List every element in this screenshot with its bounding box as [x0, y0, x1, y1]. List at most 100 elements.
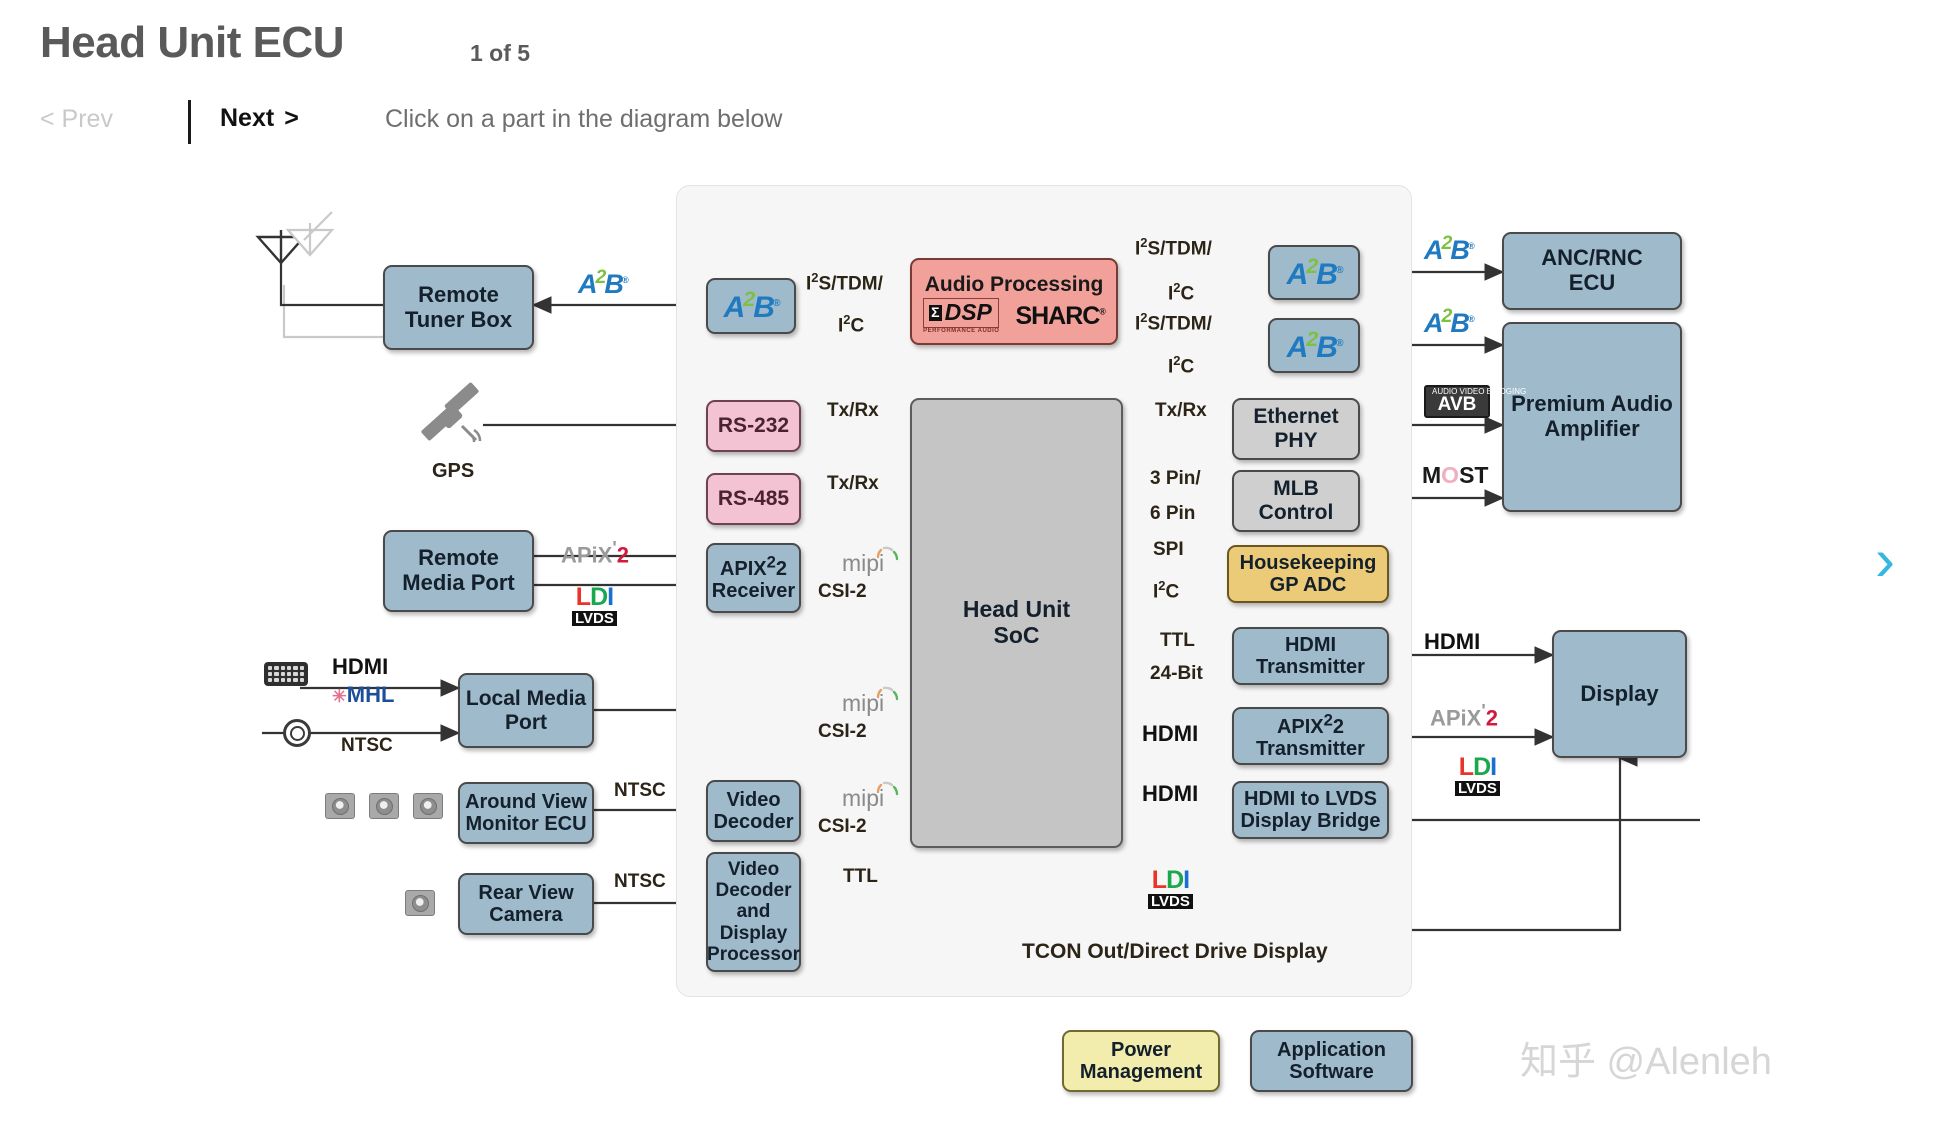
- bus-label-csi2-2: CSI-2: [818, 721, 867, 742]
- node-video-decoder-and-display-processor[interactable]: Video Decoder and Display Processor: [706, 852, 801, 972]
- node-remote-tuner-box[interactable]: Remote Tuner Box: [383, 265, 534, 350]
- a2b-logo: A2B®: [1286, 252, 1344, 291]
- node-label-line: Amplifier: [1544, 416, 1640, 441]
- a2b-logo: A2B®: [1424, 305, 1474, 338]
- node-label-line: Tuner Box: [404, 306, 513, 332]
- node-apix2-receiver[interactable]: APIX22 Receiver: [706, 543, 801, 613]
- bus-label-txrx-2: Tx/Rx: [827, 473, 879, 494]
- node-rs232[interactable]: RS-232: [706, 400, 801, 452]
- node-label-line: Receiver: [711, 580, 796, 603]
- a2b-logo: A2B®: [1424, 232, 1474, 265]
- a2b-logo: A2B®: [723, 286, 781, 325]
- node-premium-audio-amplifier[interactable]: Premium Audio Amplifier: [1502, 322, 1682, 512]
- camera-icon: [413, 793, 443, 819]
- node-label-line: Transmitter: [1256, 656, 1365, 678]
- node-label-line: Power: [1110, 1038, 1172, 1061]
- smartphone-icon: [264, 662, 308, 686]
- node-label-line: Video: [727, 858, 780, 880]
- node-label-line: HDMI: [1284, 633, 1337, 656]
- node-video-decoder[interactable]: Video Decoder: [706, 780, 801, 842]
- sharc-logo: SHARC®: [1015, 302, 1105, 331]
- ldi-lvds-logo: LDI LVDS: [1455, 755, 1500, 797]
- node-label-line: APIX22: [1276, 710, 1345, 738]
- a2b-logo: A2B®: [1286, 325, 1344, 364]
- apix2-logo: APiX'2: [561, 537, 629, 568]
- svg-text:HDMI: HDMI: [1142, 722, 1198, 746]
- node-rear-view-camera[interactable]: Rear View Camera: [458, 873, 594, 935]
- node-audio-processing[interactable]: Audio Processing Σ DSP PERFORMANCE AUDIO …: [910, 258, 1118, 345]
- bus-label-i2s-tdm-2: I2S/TDM/: [1135, 235, 1212, 260]
- bus-label-csi2-1: CSI-2: [818, 581, 867, 602]
- node-power-management[interactable]: Power Management: [1062, 1030, 1220, 1092]
- block-diagram: Remote Tuner Box A2B® Audio Processing ΣD…: [0, 0, 1958, 1148]
- bus-label-csi2-3: CSI-2: [818, 816, 867, 837]
- bus-label-ttl-video: TTL: [843, 866, 878, 887]
- node-mlb-control[interactable]: MLB Control: [1232, 470, 1360, 532]
- node-label-line: Display Bridge: [1240, 810, 1381, 832]
- mhl-logo: ✳MHL: [332, 682, 395, 707]
- bus-label-24bit: 24-Bit: [1150, 663, 1203, 684]
- node-head-unit-soc[interactable]: Head Unit SoC: [910, 398, 1123, 848]
- node-rs485[interactable]: RS-485: [706, 473, 801, 525]
- node-a2b-transceiver-amp[interactable]: A2B®: [1268, 318, 1360, 373]
- watermark: 知乎 @Alenleh: [1520, 1041, 1772, 1083]
- node-label: RS-485: [717, 487, 790, 511]
- node-a2b-transceiver-anc[interactable]: A2B®: [1268, 245, 1360, 300]
- node-label-line: MLB: [1273, 477, 1319, 501]
- node-around-view-monitor-ecu[interactable]: Around View Monitor ECU: [458, 782, 594, 844]
- node-anc-rnc-ecu[interactable]: ANC/RNC ECU: [1502, 232, 1682, 310]
- apix2-logo: APiX'2: [1430, 700, 1498, 731]
- svg-text:HDMI: HDMI: [1424, 630, 1480, 654]
- node-label-line: GP ADC: [1269, 574, 1347, 596]
- gps-label: GPS: [432, 460, 475, 482]
- audio-processing-logos: Σ DSP PERFORMANCE AUDIO SHARC®: [923, 298, 1106, 334]
- node-hdmi-to-lvds-display-bridge[interactable]: HDMI to LVDS Display Bridge: [1232, 781, 1389, 839]
- node-label-line: Management: [1079, 1061, 1203, 1083]
- node-label-line: Control: [1258, 501, 1334, 524]
- camera-icon: [405, 890, 435, 916]
- node-label-line: Software: [1289, 1061, 1374, 1083]
- most-logo: MOST: [1422, 462, 1489, 488]
- node-label-line: Head Unit: [962, 596, 1071, 623]
- node-apix2-transmitter[interactable]: APIX22 Transmitter: [1232, 707, 1389, 765]
- bus-label-6-pin: 6 Pin: [1150, 503, 1196, 524]
- node-label-line: Camera: [489, 904, 563, 926]
- bus-label-spi: SPI: [1153, 539, 1184, 560]
- node-label-line: Video: [726, 788, 781, 811]
- node-a2b-transceiver-tuner[interactable]: A2B®: [706, 278, 796, 334]
- camera-icon: [325, 793, 355, 819]
- sigma-dsp-logo: Σ DSP PERFORMANCE AUDIO: [923, 298, 1000, 334]
- node-local-media-port[interactable]: Local Media Port: [458, 673, 594, 748]
- node-label-line: Port: [504, 710, 547, 734]
- node-label-line: Application: [1277, 1038, 1386, 1061]
- bus-label-3-pin: 3 Pin/: [1150, 468, 1201, 489]
- node-ethernet-phy[interactable]: Ethernet PHY: [1232, 398, 1360, 460]
- ldi-lvds-logo: LDI LVDS: [572, 585, 617, 627]
- bus-label-txrx-1: Tx/Rx: [827, 400, 879, 421]
- node-label-line: Ethernet: [1253, 405, 1339, 429]
- node-label-line: Media Port: [402, 570, 515, 595]
- node-application-software[interactable]: Application Software: [1250, 1030, 1413, 1092]
- node-label: Display: [1580, 680, 1659, 706]
- node-housekeeping-gp-adc[interactable]: Housekeeping GP ADC: [1227, 545, 1389, 603]
- node-label: RS-232: [717, 414, 790, 438]
- node-label-line: Premium Audio: [1511, 391, 1673, 417]
- bus-label-i2s-tdm-1: I2S/TDM/: [806, 270, 883, 295]
- node-label-line: Remote: [418, 281, 499, 307]
- bus-label-ntsc-2: NTSC: [614, 871, 666, 892]
- next-page-chevron-button[interactable]: ›: [1875, 530, 1895, 590]
- node-label-line: Rear View: [478, 881, 574, 904]
- node-label: Audio Processing: [924, 272, 1104, 296]
- node-display[interactable]: Display: [1552, 630, 1687, 758]
- node-label-line: Remote: [418, 545, 499, 571]
- gps-satellite-icon: [421, 382, 482, 443]
- node-label-line: Around View: [465, 790, 587, 813]
- bus-label-i2c-3: I2C: [1168, 353, 1195, 378]
- node-hdmi-transmitter[interactable]: HDMI Transmitter: [1232, 627, 1389, 685]
- rca-connector-icon: [283, 719, 311, 747]
- bus-label-i2c-1: I2C: [838, 312, 865, 337]
- node-remote-media-port[interactable]: Remote Media Port: [383, 530, 534, 612]
- bus-label-ntsc-1: NTSC: [614, 780, 666, 801]
- node-label-line: Decoder: [715, 880, 792, 902]
- node-label-line: Monitor ECU: [465, 813, 587, 835]
